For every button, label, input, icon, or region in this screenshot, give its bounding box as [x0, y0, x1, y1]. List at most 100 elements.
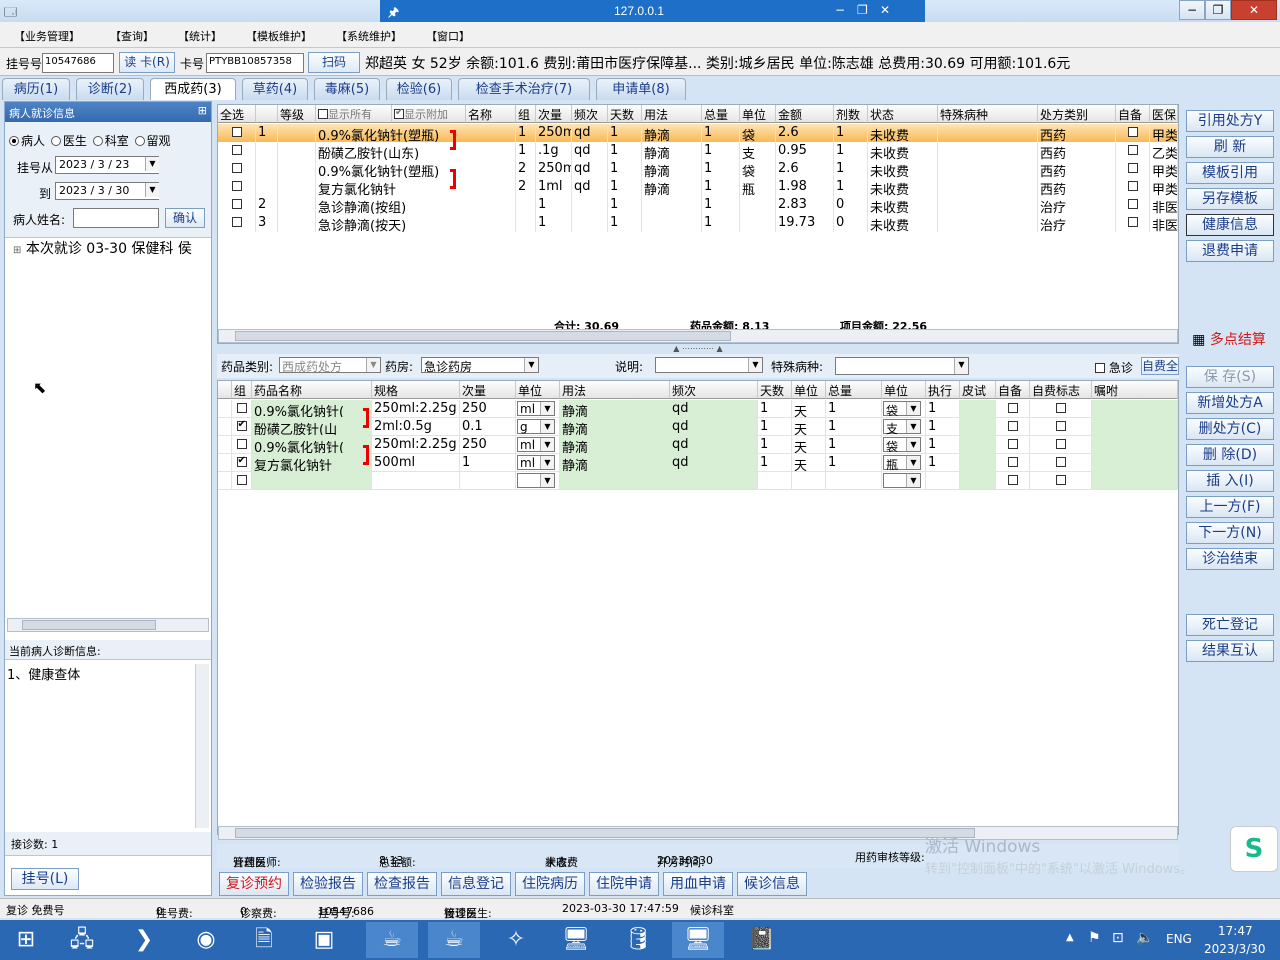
server-manager-icon[interactable]: 🖧 — [56, 922, 108, 958]
scan-button[interactable]: 扫码 — [308, 52, 360, 73]
row-checkbox[interactable] — [1030, 454, 1092, 472]
menu-system[interactable]: 【系统维护】 — [336, 28, 402, 44]
cell-days[interactable]: 1 — [758, 436, 792, 454]
cell-unit-select[interactable]: ml ▼ — [516, 436, 560, 454]
unit-select[interactable]: 瓶 ▼ — [883, 455, 921, 471]
checkbox-icon[interactable] — [1055, 457, 1066, 467]
office-icon[interactable]: ▣ — [298, 922, 350, 958]
row-checkbox[interactable] — [1116, 142, 1150, 160]
cell-dunit[interactable]: 天 — [792, 400, 826, 418]
network-icon[interactable]: ⊡ — [1112, 930, 1124, 946]
radio-doctor[interactable] — [50, 136, 61, 146]
tab-lab[interactable]: 检验(6) — [386, 78, 452, 100]
tab-waiting-info[interactable]: 候诊信息 — [737, 872, 807, 896]
row-checkbox[interactable] — [1116, 214, 1150, 232]
row-checkbox[interactable] — [1116, 124, 1150, 142]
urgent-toggle[interactable]: 急诊 — [1095, 359, 1133, 376]
checkbox-icon[interactable] — [1007, 403, 1018, 413]
cell-tunit-select[interactable]: ▼ — [882, 472, 926, 490]
show-all-checkbox[interactable] — [318, 109, 328, 119]
radio-dept[interactable] — [92, 136, 103, 146]
cell-exec[interactable]: 1 — [926, 400, 960, 418]
refresh-button[interactable]: 刷 新 — [1186, 136, 1274, 158]
java-app-2-icon[interactable]: ☕ — [428, 922, 480, 958]
cell-total[interactable]: 1 — [826, 454, 882, 472]
cell-unit-select[interactable]: g ▼ — [516, 418, 560, 436]
row-checkbox[interactable] — [1030, 400, 1092, 418]
cell-empty[interactable] — [826, 472, 882, 490]
row-checkbox[interactable] — [996, 472, 1030, 490]
compass-icon[interactable]: ✧ — [490, 922, 542, 958]
show-extra-checkbox[interactable] — [394, 107, 404, 119]
unit-select[interactable]: ml ▼ — [517, 401, 555, 416]
tab-lab-report[interactable]: 检验报告 — [293, 872, 363, 896]
cell-empty[interactable] — [372, 472, 460, 490]
multi-settle-button[interactable]: ▦ 多点结算 — [1182, 330, 1276, 352]
pin-icon[interactable]: 🖈 — [388, 3, 399, 24]
cell-days[interactable]: 1 — [758, 454, 792, 472]
new-rx-button[interactable]: 新增处方A — [1186, 392, 1274, 414]
row-checkbox[interactable] — [1030, 472, 1092, 490]
row-checkbox[interactable] — [996, 418, 1030, 436]
checkbox-icon[interactable] — [236, 439, 247, 449]
health-info-button[interactable]: 健康信息 — [1186, 214, 1274, 236]
row-checkbox[interactable] — [996, 436, 1030, 454]
tab-herbal[interactable]: 草药(4) — [242, 78, 308, 100]
card-number-input[interactable]: PTYBB10857358 — [206, 53, 304, 73]
unit-select[interactable]: ml ▼ — [517, 437, 555, 452]
row-checkbox[interactable] — [232, 400, 252, 418]
row-checkbox[interactable] — [218, 178, 256, 196]
cell-empty[interactable] — [960, 418, 996, 436]
journal-icon[interactable]: 📓 — [736, 922, 788, 958]
expand-icon[interactable]: ⊞ — [13, 245, 21, 256]
chevron-down-icon[interactable]: ▼ — [524, 358, 538, 372]
chevron-down-icon[interactable]: ▼ — [540, 474, 554, 487]
tray-chevron-up-icon[interactable]: ▲ — [1066, 932, 1074, 943]
checkbox-icon[interactable] — [231, 217, 242, 227]
restore-icon[interactable]: ❐ — [857, 3, 868, 17]
tab-requests[interactable]: 申请单(8) — [596, 78, 686, 100]
cell-days[interactable]: 1 — [758, 400, 792, 418]
cell-empty[interactable] — [670, 472, 758, 490]
cell-empty[interactable] — [960, 472, 996, 490]
register-button[interactable]: 挂号(L) — [11, 868, 79, 890]
unit-select[interactable]: 袋 ▼ — [883, 401, 921, 417]
tab-exam-surgery[interactable]: 检查手术治疗(7) — [458, 78, 590, 100]
chevron-down-icon[interactable]: ▼ — [954, 358, 968, 374]
row-checkbox[interactable] — [1030, 436, 1092, 454]
cell-empty[interactable] — [218, 436, 232, 454]
row-checkbox[interactable] — [218, 160, 256, 178]
delete-button[interactable]: 删 除(D) — [1186, 444, 1274, 466]
cell-usage[interactable]: 静滴 — [560, 454, 670, 472]
chevron-down-icon[interactable]: ▼ — [906, 402, 920, 415]
cell-empty[interactable] — [960, 436, 996, 454]
cell-empty[interactable] — [218, 400, 232, 418]
cell-empty[interactable] — [252, 472, 372, 490]
note-select[interactable]: ▼ — [655, 357, 763, 373]
col-show-all[interactable]: 显示所有 — [316, 105, 392, 123]
cell-dose[interactable]: 1 — [460, 454, 516, 472]
grid-a-hscroll-thumb[interactable] — [235, 331, 731, 341]
menu-template[interactable]: 【模板维护】 — [246, 28, 312, 44]
cell-empty[interactable] — [792, 472, 826, 490]
tree-hscroll-thumb[interactable] — [22, 620, 156, 630]
minimize-icon[interactable]: − — [835, 3, 845, 17]
cell-freq[interactable]: qd — [670, 454, 758, 472]
checkbox-icon[interactable] — [1007, 421, 1018, 431]
cell-exec[interactable]: 1 — [926, 436, 960, 454]
menu-window[interactable]: 【窗口】 — [426, 28, 470, 44]
tab-blood-request[interactable]: 用血申请 — [663, 872, 733, 896]
chevron-down-icon[interactable]: ▼ — [906, 456, 920, 469]
app-close-button[interactable]: ✕ — [1231, 0, 1277, 20]
special-disease-select[interactable]: ▼ — [835, 357, 969, 375]
cell-empty[interactable] — [926, 472, 960, 490]
chevron-down-icon[interactable]: ▼ — [748, 358, 762, 372]
cell-empty[interactable] — [218, 454, 232, 472]
checkbox-icon[interactable] — [1007, 457, 1018, 467]
row-checkbox[interactable] — [232, 454, 252, 472]
save-button[interactable]: 保 存(S) — [1186, 366, 1274, 388]
grid-a-hscroll[interactable] — [218, 329, 1178, 343]
chevron-down-icon[interactable]: ▼ — [540, 456, 554, 469]
tree-hscroll[interactable] — [7, 618, 209, 632]
unit-select[interactable]: g ▼ — [517, 419, 555, 434]
